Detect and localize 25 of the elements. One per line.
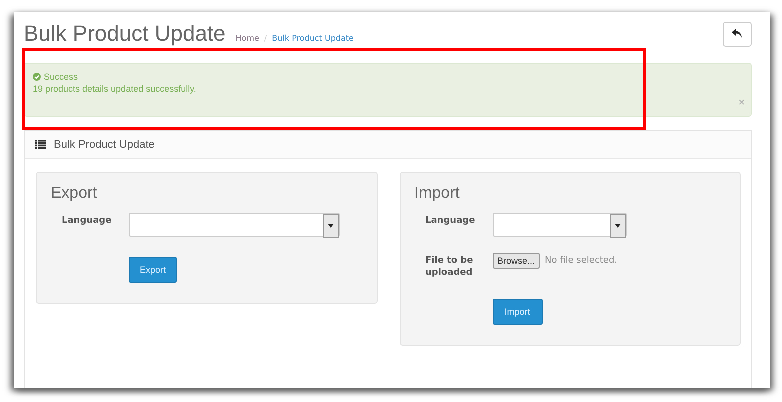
- breadcrumb-separator: /: [264, 34, 268, 42]
- field-label: Language: [61, 215, 113, 227]
- language-select[interactable]: [129, 213, 340, 237]
- file-status: No file selected.: [545, 256, 618, 266]
- card-title: Export: [51, 185, 98, 203]
- field-label: File to be uploaded: [424, 255, 474, 279]
- check-circle-icon: [33, 73, 41, 81]
- card-title: Import: [414, 185, 461, 203]
- language-select[interactable]: [492, 213, 626, 237]
- panel-title: Bulk Product Update: [54, 138, 155, 150]
- breadcrumb-link[interactable]: Home: [236, 34, 260, 42]
- import-button[interactable]: Import: [492, 299, 542, 325]
- back-button[interactable]: [723, 22, 752, 46]
- browse-button[interactable]: Browse...: [492, 253, 540, 269]
- caret-icon: [328, 224, 334, 228]
- page-title: Bulk Product Update: [24, 21, 226, 47]
- back-arrow-icon: [732, 29, 743, 39]
- field-label: Language: [424, 215, 476, 227]
- list-icon: [35, 140, 46, 149]
- breadcrumb-link[interactable]: Bulk Product Update: [272, 34, 354, 42]
- close-button[interactable]: ×: [738, 98, 745, 108]
- export-button[interactable]: Export: [129, 257, 177, 283]
- caret-icon: [614, 224, 620, 228]
- alert-message: 19 products details updated successfully.: [33, 83, 198, 95]
- alert-title: Success: [44, 71, 78, 83]
